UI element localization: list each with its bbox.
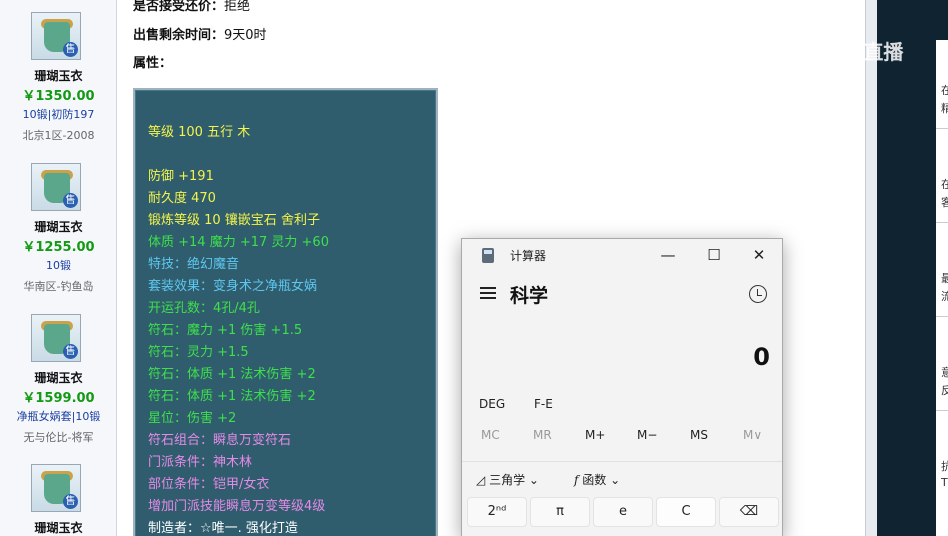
chat-divider xyxy=(936,128,948,129)
chat-snippet: 反 xyxy=(941,384,948,397)
attr-line: 符石组合：瞬息万变符石 xyxy=(148,433,292,448)
chat-snippet: 在 xyxy=(941,84,948,97)
item-desc: 10锻 xyxy=(46,259,71,272)
calculator-mode: 科学 xyxy=(510,285,549,307)
history-icon[interactable] xyxy=(749,285,767,303)
clear-button[interactable]: C xyxy=(656,497,716,527)
chat-snippet: 精 xyxy=(941,102,948,115)
menu-hamburger-icon[interactable] xyxy=(480,287,496,299)
accept-bargain-label: 是否接受还价： xyxy=(133,0,225,14)
item-thumbnail[interactable]: 售 xyxy=(31,12,81,60)
item-name[interactable]: 珊瑚玉衣 xyxy=(0,369,117,386)
cc-live-watermark: CC直播 xyxy=(796,32,921,66)
memory-store-button[interactable]: MS xyxy=(690,428,708,442)
attr-line: 星位：伤害 +2 xyxy=(148,411,237,426)
attributes-heading: 属性： xyxy=(133,56,173,71)
sell-badge: 售 xyxy=(63,494,78,509)
attr-line: 锻炼等级 10 镶嵌宝石 舍利子 xyxy=(148,213,320,228)
attr-line: 增加门派技能瞬息万变等级4级 xyxy=(148,499,326,514)
chevron-down-icon: ⌄ xyxy=(528,473,539,487)
accept-bargain-row: 是否接受还价：拒绝 xyxy=(133,0,250,14)
backspace-button[interactable]: ⌫ xyxy=(719,497,779,527)
item-server: 华南区-钓鱼岛 xyxy=(23,280,94,293)
chat-snippet: 最 xyxy=(941,272,948,285)
item-price: ￥1255.00 xyxy=(22,240,95,255)
attr-line: 体质 +14 魔力 +17 灵力 +60 xyxy=(148,235,329,250)
attr-line: 特技：绝幻魔音 xyxy=(148,257,240,272)
item-price: ￥1599.00 xyxy=(22,391,95,406)
attr-line: 套装效果：变身术之净瓶女娲 xyxy=(148,279,318,294)
maximize-button[interactable]: ☐ xyxy=(691,241,737,269)
item-desc: 10锻|初防197 xyxy=(22,108,95,121)
trig-dropdown[interactable]: ◿ 三角学 ⌄ xyxy=(476,471,539,488)
e-button[interactable]: e xyxy=(593,497,653,527)
attr-line: 耐久度 470 xyxy=(148,191,216,206)
cc-logo-icon xyxy=(796,35,828,63)
attr-line: 符石：体质 +1 法术伤害 +2 xyxy=(148,389,316,404)
item-name[interactable]: 珊瑚玉衣 xyxy=(0,67,117,84)
item-server: 无与伦比-将军 xyxy=(23,431,94,444)
second-button[interactable]: 2ⁿᵈ xyxy=(467,497,527,527)
pi-button[interactable]: π xyxy=(530,497,590,527)
attr-line: 符石：体质 +1 法术伤害 +2 xyxy=(148,367,316,382)
item-desc: 净瓶女娲套|10锻 xyxy=(16,410,101,423)
attribute-panel: 等级 100 五行 木 防御 +191 耐久度 470 锻炼等级 10 镶嵌宝石… xyxy=(133,88,438,536)
attr-line: 等级 100 五行 木 xyxy=(148,125,251,140)
chat-snippet: 意 xyxy=(941,366,948,379)
item-name[interactable]: 珊瑚玉衣 xyxy=(0,218,117,235)
attr-line: 部位条件：铠甲/女衣 xyxy=(148,477,270,492)
chevron-down-icon: ⌄ xyxy=(610,473,621,487)
time-left-row: 出售剩余时间：9天0时 xyxy=(133,24,267,43)
sell-badge: 售 xyxy=(63,344,78,359)
chat-divider xyxy=(936,410,948,411)
attr-line: 防御 +191 xyxy=(148,169,214,184)
deg-button[interactable]: DEG xyxy=(479,397,505,411)
item-thumbnail[interactable]: 售 xyxy=(31,163,81,211)
memory-add-button[interactable]: M+ xyxy=(585,428,605,442)
item-thumbnail[interactable]: 售 xyxy=(31,314,81,362)
chat-snippet: 流 xyxy=(941,290,948,303)
item-thumbnail[interactable]: 售 xyxy=(31,464,81,512)
memory-list-button[interactable]: M∨ xyxy=(743,428,762,442)
close-button[interactable]: ✕ xyxy=(736,241,782,269)
item-price: ￥1350.00 xyxy=(22,89,95,104)
sell-badge: 售 xyxy=(63,42,78,57)
item-server: 北京1区-2008 xyxy=(22,129,95,142)
chat-snippet: 抗 xyxy=(941,460,948,473)
item-list-sidebar: 售 珊瑚玉衣 ￥1350.00 10锻|初防197 北京1区-2008 售 珊瑚… xyxy=(0,0,117,536)
function-row: ◿ 三角学 ⌄ f 函数 ⌄ xyxy=(462,461,782,491)
attr-line: 符石：灵力 +1.5 xyxy=(148,345,249,360)
calculator-display: 0 xyxy=(753,343,770,371)
chat-snippet: 在 xyxy=(941,178,948,191)
sell-badge: 售 xyxy=(63,193,78,208)
minimize-button[interactable]: — xyxy=(645,241,691,269)
time-left-value: 9天0时 xyxy=(224,28,267,43)
memory-clear-button[interactable]: MC xyxy=(481,428,500,442)
triangle-icon: ◿ xyxy=(476,473,486,487)
memory-subtract-button[interactable]: M− xyxy=(637,428,657,442)
item-name[interactable]: 珊瑚玉衣 xyxy=(0,519,117,536)
calculator-app-icon xyxy=(482,248,494,263)
attr-line: 符石：魔力 +1 伤害 +1.5 xyxy=(148,323,303,338)
chat-divider xyxy=(936,222,948,223)
memory-recall-button[interactable]: MR xyxy=(533,428,552,442)
function-dropdown[interactable]: f 函数 ⌄ xyxy=(574,471,620,488)
window-title: 计算器 xyxy=(510,249,547,263)
chat-snippet: 客 xyxy=(941,196,948,209)
page-scrollbar[interactable] xyxy=(865,0,877,536)
fe-button[interactable]: F-E xyxy=(534,397,553,411)
attr-line: 开运孔数：4孔/4孔 xyxy=(148,301,260,316)
function-icon: f xyxy=(574,473,579,487)
accept-bargain-value: 拒绝 xyxy=(224,0,251,14)
chat-divider xyxy=(936,316,948,317)
attr-line: 门派条件：神木林 xyxy=(148,455,253,470)
time-left-label: 出售剩余时间： xyxy=(133,28,225,43)
calculator-titlebar[interactable]: 计算器 — ☐ ✕ xyxy=(462,239,782,271)
calculator-window: 计算器 — ☐ ✕ 科学 0 DEG F-E MC MR M+ M− MS M∨… xyxy=(461,238,783,536)
chat-snippet: T xyxy=(941,476,948,489)
attr-line: 制造者：☆唯一. 强化打造 xyxy=(148,521,298,536)
